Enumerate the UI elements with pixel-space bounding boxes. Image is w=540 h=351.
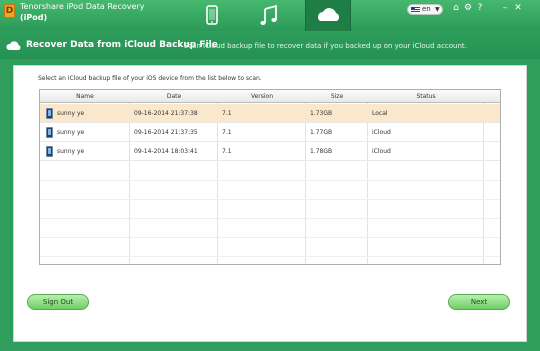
us-flag-icon — [411, 7, 420, 13]
close-icon[interactable]: ✕ — [513, 3, 523, 13]
ios-device-icon — [46, 146, 53, 157]
help-icon[interactable]: ? — [475, 3, 485, 13]
cell-date: 09-14-2014 18:03:41 — [134, 148, 198, 155]
cell-date: 09-16-2014 21:37:38 — [134, 110, 198, 117]
cell-size: 1.78GB — [310, 148, 333, 155]
instruction-text: Select an iCloud backup file of your iOS… — [38, 75, 262, 82]
title-bar: D Tenorshare iPod Data Recovery (iPod) e… — [0, 0, 540, 31]
header-name[interactable]: Name — [40, 90, 130, 103]
page-header: Recover Data from iCloud Backup File - S… — [0, 31, 540, 59]
header-version[interactable]: Version — [218, 90, 306, 103]
app-logo: D — [4, 4, 15, 18]
next-button[interactable]: Next — [448, 294, 510, 310]
cell-size: 1.73GB — [310, 110, 333, 117]
empty-row-line — [40, 218, 500, 219]
tab-phone[interactable] — [189, 0, 235, 31]
tab-music[interactable] — [247, 0, 293, 31]
ios-device-icon — [46, 108, 53, 119]
chevron-down-icon: ▼ — [435, 6, 440, 13]
table-row[interactable]: sunny ye 09-16-2014 21:37:38 7.1 1.73GB … — [40, 104, 500, 123]
ios-device-icon — [46, 127, 53, 138]
empty-row-line — [40, 237, 500, 238]
cloud-icon — [318, 8, 340, 21]
cell-version: 7.1 — [222, 129, 232, 136]
cell-name: sunny ye — [57, 148, 85, 155]
header-size[interactable]: Size — [306, 90, 368, 103]
cell-name: sunny ye — [57, 129, 85, 136]
cell-version: 7.1 — [222, 110, 232, 117]
app-title: Tenorshare iPod Data Recovery — [20, 2, 145, 11]
table-header: Name Date Version Size Status — [40, 90, 500, 103]
language-value: en — [422, 5, 431, 13]
header-status[interactable]: Status — [368, 90, 484, 103]
settings-icon[interactable]: ⚙ — [463, 3, 473, 13]
empty-row-line — [40, 256, 500, 257]
table-row[interactable]: sunny ye 09-14-2014 18:03:41 7.1 1.78GB … — [40, 142, 500, 161]
cell-version: 7.1 — [222, 148, 232, 155]
cell-name: sunny ye — [57, 110, 85, 117]
cell-size: 1.77GB — [310, 129, 333, 136]
backup-table: Name Date Version Size Status sunny ye 0… — [39, 89, 501, 265]
empty-row-line — [40, 180, 500, 181]
phone-icon — [206, 5, 218, 25]
tab-icloud[interactable] — [305, 0, 351, 31]
cell-date: 09-16-2014 21:37:35 — [134, 129, 198, 136]
home-icon[interactable]: ⌂ — [451, 3, 461, 13]
cell-status: iCloud — [372, 148, 391, 155]
minimize-icon[interactable]: – — [500, 3, 510, 13]
cell-status: iCloud — [372, 129, 391, 136]
sign-out-button[interactable]: Sign Out — [27, 294, 89, 310]
empty-row-line — [40, 199, 500, 200]
app-subtitle: (iPod) — [20, 13, 48, 22]
music-note-icon — [260, 4, 277, 25]
page-description: - Scan iCloud backup file to recover dat… — [179, 42, 467, 50]
table-row[interactable]: sunny ye 09-16-2014 21:37:35 7.1 1.77GB … — [40, 123, 500, 142]
cell-status: Local — [372, 110, 388, 117]
cloud-icon — [6, 41, 21, 50]
language-select[interactable]: en ▼ — [407, 4, 443, 15]
header-date[interactable]: Date — [130, 90, 218, 103]
